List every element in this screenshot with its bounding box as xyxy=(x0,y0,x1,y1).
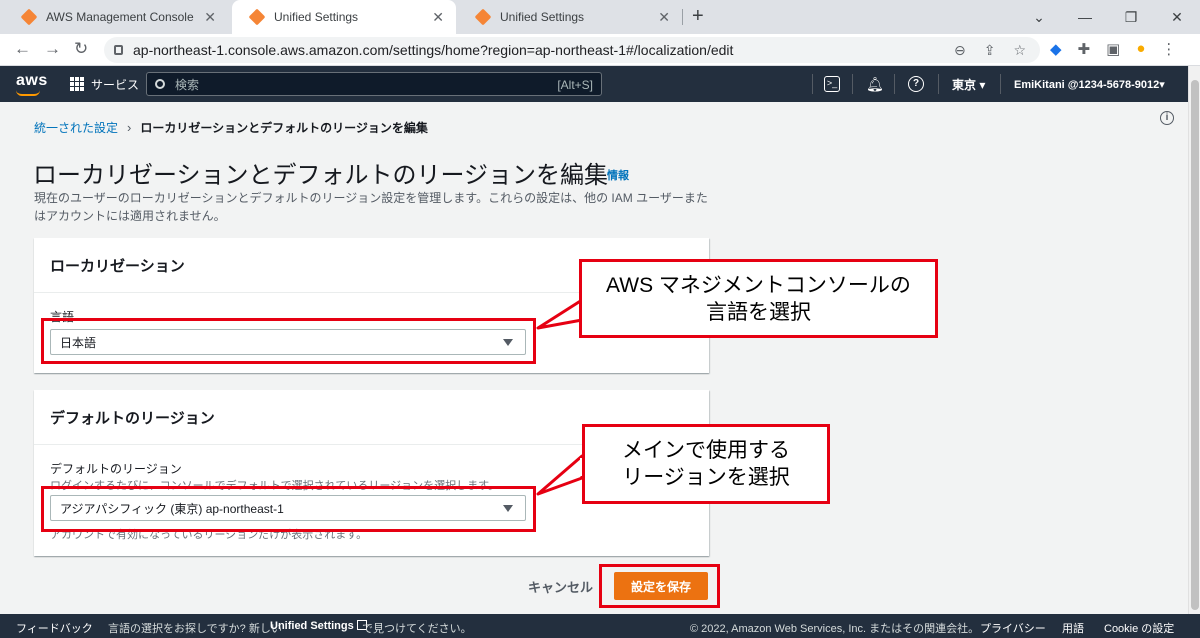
services-menu[interactable]: サービス xyxy=(91,76,139,93)
window-close-icon[interactable]: ✕ xyxy=(1154,0,1200,34)
tab-title: AWS Management Console xyxy=(46,10,194,24)
aws-favicon-icon xyxy=(474,8,492,26)
aws-top-navigation: aws サービス 検索 [Alt+S] >_ 🔔︎ ? 東京 ▾ EmiKita… xyxy=(0,66,1188,102)
callout-language: AWS マネジメントコンソールの 言語を選択 xyxy=(579,259,938,338)
back-arrow-icon[interactable]: ← xyxy=(14,39,31,59)
close-icon[interactable]: ✕ xyxy=(658,9,670,26)
tab-separator xyxy=(682,9,683,25)
window-controls: ⌄ — ❐ ✕ xyxy=(1016,0,1200,34)
search-icon xyxy=(155,79,165,89)
nav-divider xyxy=(812,74,813,94)
info-link[interactable]: 情報 xyxy=(607,167,629,183)
console-footer: フィードバック 言語の選択をお探しですか? 新しい Unified Settin… xyxy=(0,614,1200,638)
aws-favicon-icon xyxy=(248,8,266,26)
language-highlight-box xyxy=(41,318,536,364)
nav-divider xyxy=(894,74,895,94)
callout-region: メインで使用する リージョンを選択 xyxy=(582,424,830,504)
cancel-button[interactable]: キャンセル xyxy=(528,577,593,596)
services-grid-icon[interactable] xyxy=(70,77,84,91)
extension-icons: ◆ ✚ ▣ ● ⋮ xyxy=(1050,40,1176,58)
address-bar[interactable]: ap-northeast-1.console.aws.amazon.com/se… xyxy=(104,37,1040,63)
bookmark-star-icon[interactable]: ☆ xyxy=(1013,42,1026,59)
footer-find-it: で見つけてください。 xyxy=(362,623,472,635)
tab-search-chevron-icon[interactable]: ⌄ xyxy=(1016,0,1062,34)
cookie-settings-link[interactable]: Cookie の設定 xyxy=(1104,620,1174,636)
breadcrumb-current: ローカリゼーションとデフォルトのリージョンを編集 xyxy=(140,121,428,135)
help-question-icon[interactable]: ? xyxy=(908,76,924,92)
unified-settings-link[interactable]: Unified Settings xyxy=(270,620,367,632)
side-panel-icon[interactable]: ▣ xyxy=(1106,40,1120,58)
nav-divider xyxy=(852,74,853,94)
new-tab-plus-icon[interactable]: + xyxy=(692,5,704,28)
chevron-right-icon: › xyxy=(127,120,132,135)
browser-toolbar: ← → ↻ ap-northeast-1.console.aws.amazon.… xyxy=(0,34,1200,66)
callout-pointer-region xyxy=(536,454,584,496)
breadcrumb: 統一された設定 › ローカリゼーションとデフォルトのリージョンを編集 xyxy=(34,119,428,136)
address-bar-actions: ⊖ ⇪ ☆ xyxy=(954,37,1026,63)
help-panel-info-icon[interactable]: i xyxy=(1160,111,1174,125)
aws-logo-icon[interactable]: aws xyxy=(16,72,48,96)
account-menu[interactable]: EmiKitani @1234-5678-9012▾ xyxy=(1014,66,1165,102)
region-selector[interactable]: 東京 ▾ xyxy=(952,66,985,102)
tab-title: Unified Settings xyxy=(274,10,359,24)
zoom-icon[interactable]: ⊖ xyxy=(954,42,966,59)
tab-aws-management-console[interactable]: AWS Management Console ✕ xyxy=(4,0,228,34)
aws-search-input[interactable]: 検索 [Alt+S] xyxy=(146,72,602,96)
reload-icon[interactable]: ↻ xyxy=(74,39,88,59)
page-scrollbar[interactable] xyxy=(1188,66,1200,614)
region-highlight-box xyxy=(41,486,536,532)
callout-region-text: メインで使用する リージョンを選択 xyxy=(622,439,790,489)
copyright: © 2022, Amazon Web Services, Inc. またはその関… xyxy=(690,623,980,635)
close-icon[interactable]: ✕ xyxy=(432,9,444,26)
lock-icon xyxy=(114,45,123,55)
privacy-link[interactable]: プライバシー xyxy=(980,620,1046,636)
terms-link[interactable]: 用語 xyxy=(1062,620,1084,636)
nav-divider xyxy=(1000,74,1001,94)
tab-unified-settings[interactable]: Unified Settings ✕ xyxy=(458,0,682,34)
cloudshell-icon[interactable]: >_ xyxy=(824,76,840,92)
aws-favicon-icon xyxy=(20,8,38,26)
share-icon[interactable]: ⇪ xyxy=(984,42,996,59)
page-title: ローカリゼーションとデフォルトのリージョンを編集 xyxy=(33,162,609,189)
callout-language-text: AWS マネジメントコンソールの 言語を選択 xyxy=(606,273,911,324)
browser-tab-strip: AWS Management Console ✕ Unified Setting… xyxy=(0,0,1200,34)
extensions-puzzle-icon[interactable]: ✚ xyxy=(1078,40,1091,58)
feedback-link[interactable]: フィードバック xyxy=(16,620,93,636)
extension-pin-icon[interactable]: ◆ xyxy=(1050,40,1062,58)
forward-arrow-icon[interactable]: → xyxy=(44,39,61,59)
restore-icon[interactable]: ❐ xyxy=(1108,0,1154,34)
scrollbar-thumb[interactable] xyxy=(1191,80,1199,610)
close-icon[interactable]: ✕ xyxy=(204,9,216,26)
save-settings-button[interactable]: 設定を保存 xyxy=(614,572,708,600)
page-description: 現在のユーザーのローカリゼーションとデフォルトのリージョン設定を管理します。これ… xyxy=(34,191,708,223)
search-shortcut-hint: [Alt+S] xyxy=(557,78,593,92)
breadcrumb-unified-settings-link[interactable]: 統一された設定 xyxy=(34,119,118,136)
minimize-icon[interactable]: — xyxy=(1062,0,1108,34)
default-region-label: デフォルトのリージョン xyxy=(50,462,182,476)
notifications-bell-icon[interactable]: 🔔︎ xyxy=(866,76,884,92)
unified-settings-link-text: Unified Settings xyxy=(270,620,354,632)
profile-avatar-icon[interactable]: ● xyxy=(1136,40,1145,58)
tab-unified-settings-active[interactable]: Unified Settings ✕ xyxy=(232,0,456,34)
url-text: ap-northeast-1.console.aws.amazon.com/se… xyxy=(133,42,734,58)
tab-title: Unified Settings xyxy=(500,10,585,24)
search-placeholder: 検索 xyxy=(175,77,200,92)
nav-divider xyxy=(938,74,939,94)
footer-language-prompt: 言語の選択をお探しですか? 新しい xyxy=(108,623,282,635)
browser-menu-icon[interactable]: ⋮ xyxy=(1161,40,1176,58)
